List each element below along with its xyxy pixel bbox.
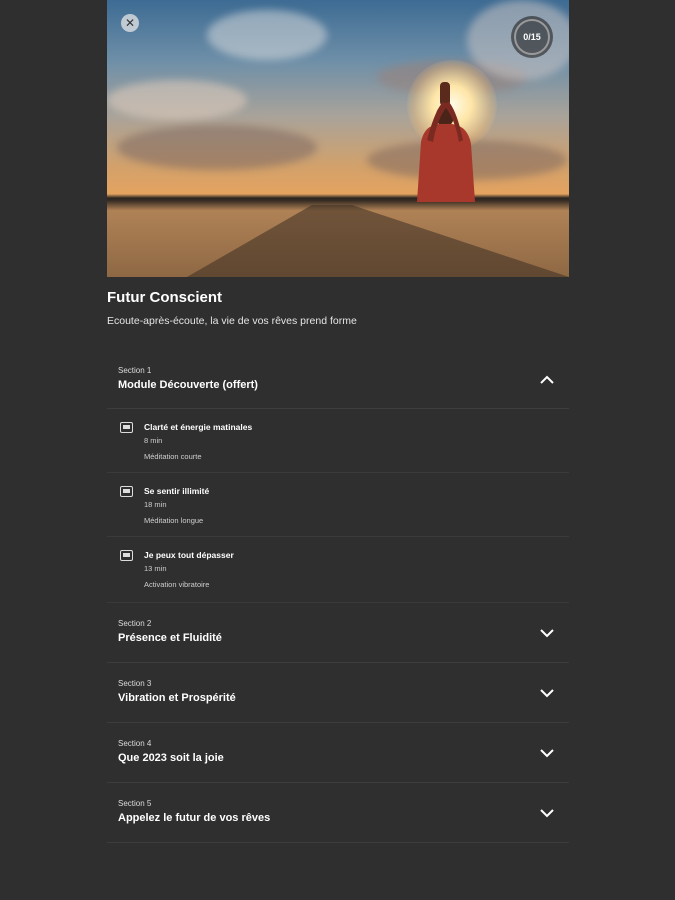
audio-lesson-icon xyxy=(120,486,133,497)
section-4-header[interactable]: Section 4 Que 2023 soit la joie xyxy=(107,723,569,783)
lesson-type: Activation vibratoire xyxy=(144,580,210,589)
lesson-title: Se sentir illimité xyxy=(144,486,210,496)
section-name: Que 2023 soit la joie xyxy=(118,752,224,764)
lesson-duration: 18 min xyxy=(144,500,167,509)
close-button[interactable]: ✕ xyxy=(121,14,139,32)
section-number: Section 2 xyxy=(118,619,152,628)
lesson-item[interactable]: Clarté et énergie matinales 8 min Médita… xyxy=(107,409,569,473)
section-3-header[interactable]: Section 3 Vibration et Prospérité xyxy=(107,663,569,723)
section-2-header[interactable]: Section 2 Présence et Fluidité xyxy=(107,603,569,663)
page-subtitle: Ecoute-après-écoute, la vie de vos rêves… xyxy=(107,315,357,327)
section-number: Section 5 xyxy=(118,799,152,808)
hero-image xyxy=(107,0,569,277)
section-1-header[interactable]: Section 1 Module Découverte (offert) xyxy=(107,350,569,409)
lesson-title: Je peux tout dépasser xyxy=(144,550,234,560)
page-title: Futur Conscient xyxy=(107,289,222,306)
section-name: Vibration et Prospérité xyxy=(118,692,236,704)
chevron-down-icon[interactable] xyxy=(539,625,555,641)
chevron-up-icon[interactable] xyxy=(539,372,555,388)
section-name: Module Découverte (offert) xyxy=(118,379,258,391)
section-number: Section 4 xyxy=(118,739,152,748)
lesson-type: Méditation courte xyxy=(144,452,202,461)
audio-lesson-icon xyxy=(120,422,133,433)
lesson-item[interactable]: Se sentir illimité 18 min Méditation lon… xyxy=(107,473,569,537)
section-name: Appelez le futur de vos rêves xyxy=(118,812,271,824)
section-5-header[interactable]: Section 5 Appelez le futur de vos rêves xyxy=(107,783,569,843)
lesson-type: Méditation longue xyxy=(144,516,204,525)
chevron-down-icon[interactable] xyxy=(539,745,555,761)
close-icon: ✕ xyxy=(124,16,136,30)
section-number: Section 3 xyxy=(118,679,152,688)
section-name: Présence et Fluidité xyxy=(118,632,222,644)
section-number: Section 1 xyxy=(118,366,152,375)
chevron-down-icon[interactable] xyxy=(539,805,555,821)
lesson-duration: 8 min xyxy=(144,436,163,445)
progress-indicator: 0/15 xyxy=(511,16,553,58)
lesson-duration: 13 min xyxy=(144,564,167,573)
chevron-down-icon[interactable] xyxy=(539,685,555,701)
lesson-item[interactable]: Je peux tout dépasser 13 min Activation … xyxy=(107,537,569,603)
lesson-title: Clarté et énergie matinales xyxy=(144,422,253,432)
audio-lesson-icon xyxy=(120,550,133,561)
progress-label: 0/15 xyxy=(523,32,541,42)
section-list: Section 1 Module Découverte (offert) Cla… xyxy=(107,350,569,843)
